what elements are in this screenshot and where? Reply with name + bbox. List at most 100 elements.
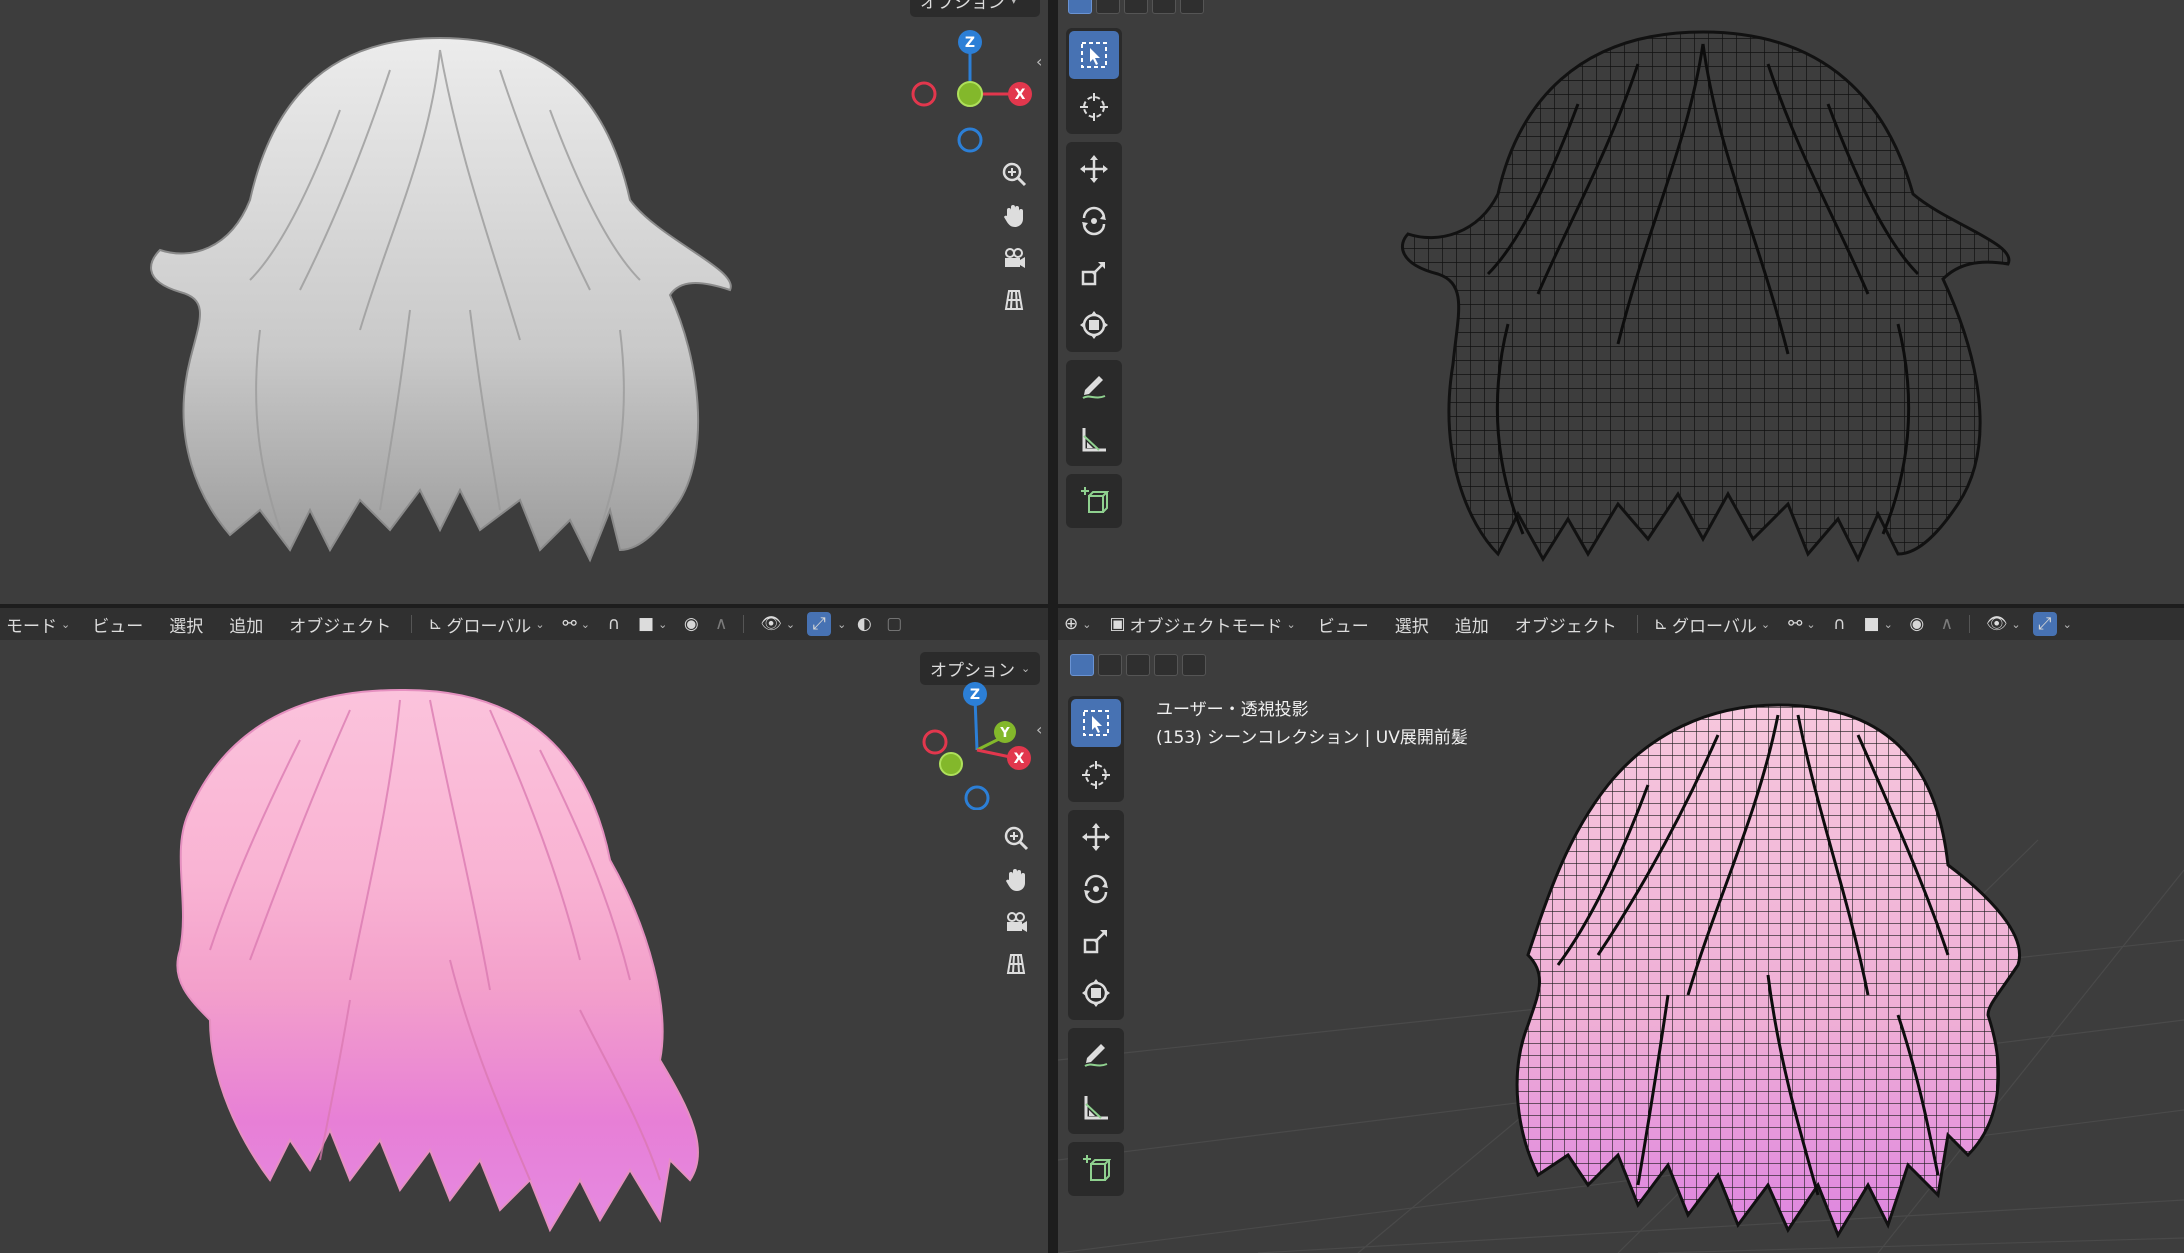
snap-toggle-icon[interactable]: ∩ [602, 612, 626, 636]
transform-icon[interactable] [1071, 969, 1121, 1017]
add-cube-icon[interactable] [1069, 477, 1119, 525]
options-dropdown-top-left[interactable]: オプション ▾ [910, 0, 1040, 17]
menu-object-right[interactable]: オブジェクト [1505, 610, 1627, 639]
hair-model-wireframe [1400, 30, 2011, 563]
link-icon: ⚯ [1788, 614, 1803, 634]
gizmo-toggle-icon[interactable]: ⤢ [807, 612, 832, 636]
transform-icon[interactable] [1069, 301, 1119, 349]
eye-icon: 👁 [760, 614, 782, 634]
visibility-dropdown-right[interactable]: 👁 ⌄ [1980, 612, 2027, 636]
collection-info: (153) シーンコレクション | UV展開前髪 [1156, 728, 1468, 748]
overlay-toggle-icon[interactable]: ◐ [852, 612, 876, 636]
annotate-icon[interactable] [1069, 363, 1119, 411]
cursor-select-icon[interactable] [1071, 699, 1121, 747]
menu-add-left[interactable]: 追加 [219, 610, 273, 639]
proportional-edit-icon[interactable]: ◉ [1905, 612, 1929, 636]
mode-dropdown-left[interactable]: モード ⌄ [0, 610, 76, 639]
orientation-icon: ⊾ [1653, 614, 1668, 634]
editor-type-dropdown[interactable]: ⊕ ⌄ [1058, 612, 1097, 636]
gizmo-toggle-icon[interactable]: ⤢ [2032, 612, 2057, 636]
grid-ortho-icon[interactable] [996, 282, 1032, 318]
viewport-header-right: ⊕ ⌄ ▣ オブジェクトモード ⌄ ビュー 選択 追加 オブジェクト ⊾ グローバル ⌄ … [1058, 608, 2184, 640]
pivot-dropdown-left[interactable]: ⚯ ⌄ [557, 612, 596, 636]
viewport-top-left[interactable]: オプション ▾ Z X ‹ [0, 0, 1048, 604]
snap-square-icon: ■ [638, 614, 655, 634]
scale-icon[interactable] [1069, 249, 1119, 297]
snap-square-icon: ■ [1863, 614, 1880, 634]
camera-icon[interactable] [996, 240, 1032, 276]
mode-label: オブジェクトモード [1129, 616, 1283, 637]
hair-model-solid-white [150, 36, 732, 563]
orientation-icon: ⊾ [428, 614, 443, 634]
viewport-top-right[interactable] [1058, 0, 2184, 604]
menu-add-right[interactable]: 追加 [1445, 610, 1499, 639]
visibility-dropdown-left[interactable]: 👁 ⌄ [754, 612, 801, 636]
svg-text:Y: Y [999, 726, 1010, 741]
zoom-icon[interactable] [998, 820, 1034, 856]
snap-target-dropdown-left[interactable]: ■ ⌄ [632, 612, 673, 636]
selection-mode-buttons[interactable] [1070, 654, 1206, 676]
svg-text:Z: Z [970, 687, 980, 703]
options-label: オプション [930, 661, 1015, 681]
menu-object-left[interactable]: オブジェクト [279, 610, 401, 639]
move-icon[interactable] [1069, 145, 1119, 193]
hand-pan-icon[interactable] [998, 862, 1034, 898]
hair-model-solid-pink [176, 688, 699, 1233]
area-separator-vertical[interactable] [1048, 0, 1058, 1253]
viewport-header-left: モード ⌄ ビュー 選択 追加 オブジェクト ⊾ グローバル ⌄ ⚯ ⌄ ∩ ■ ⌄ ◉ … [0, 608, 1048, 640]
move-icon[interactable] [1071, 813, 1121, 861]
viewport-info-overlay: ユーザー・透視投影 (153) シーンコレクション | UV展開前髪 [1156, 696, 1468, 752]
view-name: ユーザー・透視投影 [1156, 700, 1309, 720]
mode-label: モード [6, 616, 57, 637]
camera-icon[interactable] [998, 904, 1034, 940]
navigation-gizmo-bottom-left[interactable]: Z Y X [915, 680, 1045, 810]
nav-controls-bottom-left [998, 820, 1038, 982]
zoom-icon[interactable] [996, 156, 1032, 192]
scale-icon[interactable] [1071, 917, 1121, 965]
eye-icon: 👁 [1985, 614, 2008, 634]
selection-mode-buttons-top[interactable] [1068, 0, 1204, 14]
svg-text:X: X [1014, 751, 1025, 767]
falloff-curve-icon[interactable]: ∧ [709, 612, 733, 636]
sidebar-toggle-icon[interactable]: ‹ [1036, 52, 1042, 71]
measure-icon[interactable] [1071, 1083, 1121, 1131]
snap-target-dropdown-right[interactable]: ■ ⌄ [1858, 612, 1899, 636]
measure-icon[interactable] [1069, 415, 1119, 463]
3d-cursor-icon[interactable] [1069, 83, 1119, 131]
menu-view-right[interactable]: ビュー [1308, 610, 1379, 639]
rotate-icon[interactable] [1069, 197, 1119, 245]
transform-orientation-dropdown-right[interactable]: ⊾ グローバル ⌄ [1648, 610, 1776, 639]
svg-text:Z: Z [965, 35, 975, 51]
proportional-edit-icon[interactable]: ◉ [679, 612, 703, 636]
toolbar-top-right [1066, 28, 1122, 536]
object-mode-icon: ▣ [1109, 614, 1126, 634]
viewport-bottom-left[interactable]: オプション ⌄ Z Y X ‹ [0, 640, 1048, 1253]
grid-ortho-icon[interactable] [998, 946, 1034, 982]
svg-text:X: X [1015, 87, 1026, 103]
rotate-icon[interactable] [1071, 865, 1121, 913]
orientation-label: グローバル [1672, 616, 1757, 637]
link-icon: ⚯ [562, 614, 577, 634]
hair-model-pink-wireframe [1515, 703, 2021, 1239]
add-cube-icon[interactable] [1071, 1145, 1121, 1193]
falloff-curve-icon[interactable]: ∧ [1935, 612, 1959, 636]
pivot-dropdown-right[interactable]: ⚯ ⌄ [1782, 612, 1821, 636]
snap-toggle-icon[interactable]: ∩ [1828, 612, 1852, 636]
menu-view-left[interactable]: ビュー [82, 610, 153, 639]
annotate-icon[interactable] [1071, 1031, 1121, 1079]
menu-select-left[interactable]: 選択 [159, 610, 213, 639]
cursor-select-icon[interactable] [1069, 31, 1119, 79]
orientation-label: グローバル [446, 616, 532, 637]
options-label: オプション [920, 0, 1005, 13]
mode-dropdown-right[interactable]: ▣ オブジェクトモード ⌄ [1103, 610, 1301, 639]
hand-pan-icon[interactable] [996, 198, 1032, 234]
transform-orientation-dropdown-left[interactable]: ⊾ グローバル ⌄ [422, 610, 550, 639]
nav-controls-top-left [996, 156, 1036, 318]
menu-select-right[interactable]: 選択 [1385, 610, 1439, 639]
3d-cursor-icon[interactable] [1071, 751, 1121, 799]
navigation-gizmo-top-left[interactable]: Z X [908, 26, 1038, 156]
editor-type-icon: ⊕ [1064, 614, 1079, 634]
xray-toggle-icon[interactable]: ▢ [882, 612, 906, 636]
sidebar-toggle-icon[interactable]: ‹ [1036, 720, 1042, 739]
toolbar-bottom-right [1068, 696, 1124, 1204]
